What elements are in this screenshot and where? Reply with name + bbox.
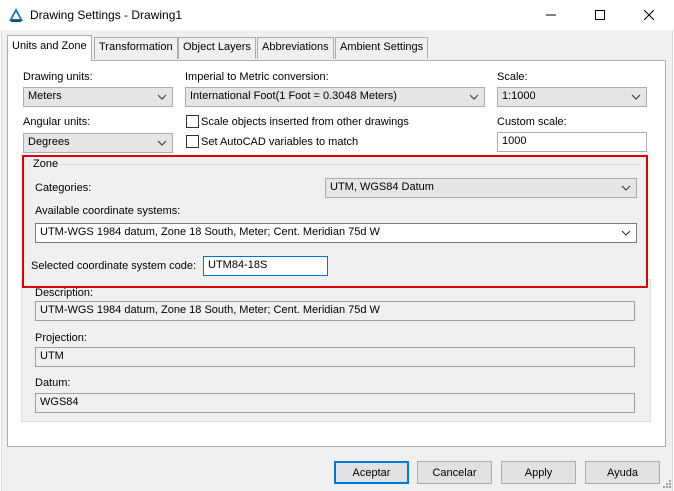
tab-object-layers[interactable]: Object Layers — [178, 37, 256, 59]
chevron-down-icon — [469, 94, 479, 100]
chevron-down-icon — [157, 94, 167, 100]
window-title: Drawing Settings - Drawing1 — [30, 8, 183, 22]
maximize-button[interactable] — [577, 0, 623, 30]
civil3d-app-icon — [9, 8, 23, 22]
close-button[interactable] — [626, 0, 672, 30]
apply-button[interactable]: Apply — [501, 461, 576, 484]
drawing-units-value: Meters — [28, 90, 62, 102]
set-variables-checkbox[interactable] — [186, 135, 199, 148]
projection-field: UTM — [35, 347, 635, 367]
custom-scale-input[interactable]: 1000 — [497, 132, 647, 152]
description-field: UTM-WGS 1984 datum, Zone 18 South, Meter… — [35, 301, 635, 321]
minimize-icon — [546, 14, 556, 16]
scale-objects-label: Scale objects inserted from other drawin… — [201, 116, 409, 128]
custom-scale-label: Custom scale: — [497, 116, 567, 128]
scale-value: 1:1000 — [502, 90, 536, 102]
chevron-down-icon — [631, 94, 641, 100]
tab-ambient-settings[interactable]: Ambient Settings — [335, 37, 429, 59]
resize-grip-icon[interactable] — [662, 479, 672, 489]
help-button[interactable]: Ayuda — [585, 461, 660, 484]
datum-label: Datum: — [35, 377, 71, 389]
highlight-box — [22, 155, 648, 288]
scale-objects-checkbox[interactable] — [186, 115, 199, 128]
tab-abbreviations[interactable]: Abbreviations — [257, 37, 334, 59]
angular-units-dropdown[interactable]: Degrees — [23, 133, 173, 153]
set-variables-label: Set AutoCAD variables to match — [201, 136, 359, 148]
ok-button[interactable]: Aceptar — [334, 461, 409, 484]
minimize-button[interactable] — [528, 0, 574, 30]
datum-field: WGS84 — [35, 393, 635, 413]
cancel-button[interactable]: Cancelar — [417, 461, 492, 484]
tab-units-and-zone[interactable]: Units and Zone — [7, 35, 92, 61]
description-label: Description: — [35, 287, 94, 299]
close-icon — [644, 10, 654, 20]
chevron-down-icon — [157, 140, 167, 146]
scale-dropdown[interactable]: 1:1000 — [497, 87, 647, 107]
imperial-conversion-dropdown[interactable]: International Foot(1 Foot = 0.3048 Meter… — [185, 87, 485, 107]
drawing-units-label: Drawing units: — [23, 71, 93, 83]
maximize-icon — [595, 10, 605, 20]
projection-label: Projection: — [35, 332, 87, 344]
angular-units-value: Degrees — [28, 136, 70, 148]
angular-units-label: Angular units: — [23, 116, 91, 128]
drawing-units-dropdown[interactable]: Meters — [23, 87, 173, 107]
imperial-conversion-value: International Foot(1 Foot = 0.3048 Meter… — [190, 90, 397, 102]
imperial-conversion-label: Imperial to Metric conversion: — [185, 71, 329, 83]
tab-transformation[interactable]: Transformation — [94, 37, 178, 59]
scale-label: Scale: — [497, 71, 528, 83]
